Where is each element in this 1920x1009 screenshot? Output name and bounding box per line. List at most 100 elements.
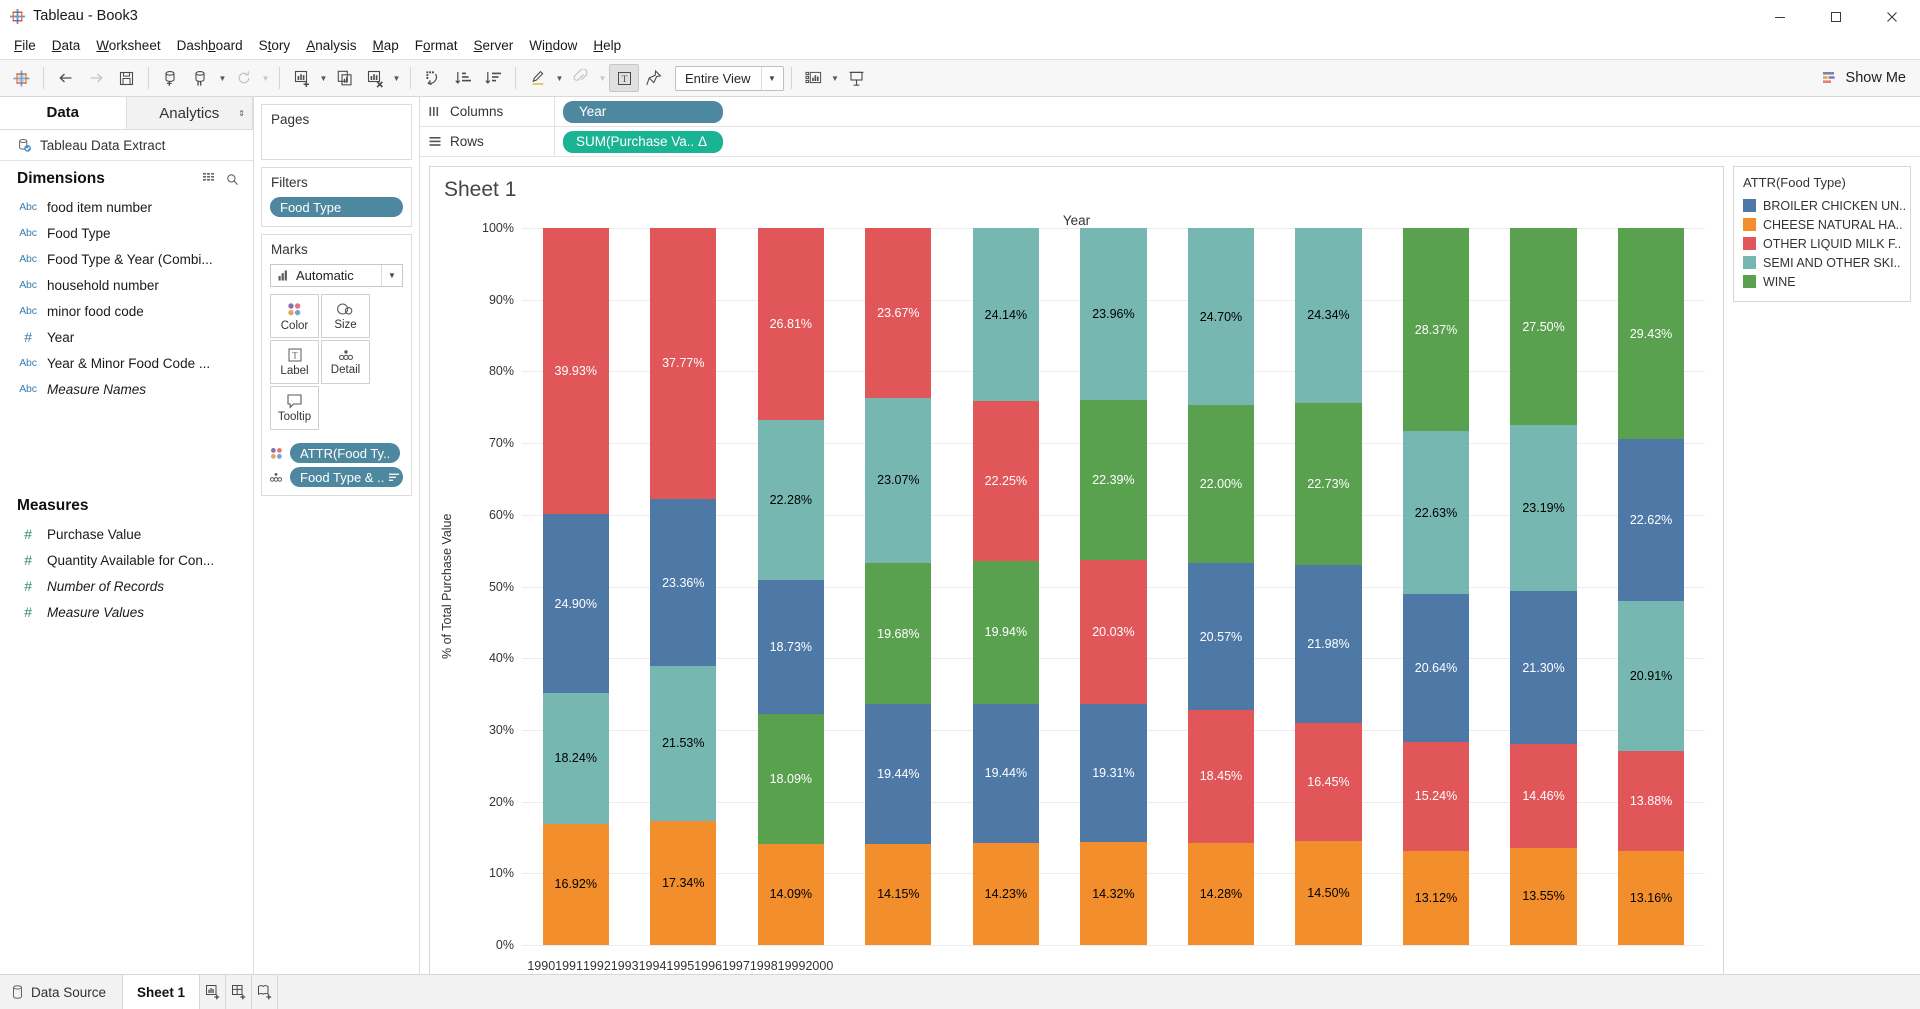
dimension-field-1[interactable]: Abc Food Type [0,220,253,246]
label-button[interactable]: T Label [270,340,319,384]
bar-segment[interactable]: 26.81% [757,228,824,421]
maximize-icon[interactable] [1808,0,1864,33]
dimension-field-2[interactable]: Abc Food Type & Year (Combi... [0,246,253,272]
bar-segment[interactable]: 14.28% [1187,842,1255,945]
mark-pill-attr-food-type[interactable]: ATTR(Food Ty.. [290,443,401,463]
bar-segment[interactable]: 20.03% [1080,560,1147,704]
bar-segment[interactable]: 14.46% [1510,744,1577,848]
measure-field-0[interactable]: # Purchase Value [0,521,253,547]
bar-segment[interactable]: 16.45% [1295,723,1362,842]
show-cards-dropdown[interactable]: ▼ [829,64,842,92]
size-button[interactable]: Size [321,294,370,338]
bar-segment[interactable]: 18.24% [542,692,609,824]
columns-shelf-drop[interactable]: Year [555,100,1920,123]
tab-data[interactable]: Data [0,97,127,129]
dimension-field-5[interactable]: # Year [0,324,253,350]
bar-segment[interactable]: 22.62% [1617,439,1685,602]
bar-segment[interactable]: 18.09% [757,714,824,844]
menu-window[interactable]: Window [521,35,585,56]
legend-item-1[interactable]: CHEESE NATURAL HA.. [1743,215,1903,234]
back-icon[interactable] [51,64,81,92]
bar-segment[interactable]: 14.15% [865,843,932,946]
legend-item-2[interactable]: OTHER LIQUID MILK F.. [1743,234,1901,253]
swap-rows-columns-icon[interactable] [418,64,448,92]
color-button[interactable]: Color [270,294,319,338]
bar-segment[interactable]: 13.16% [1617,850,1685,945]
new-worksheet-icon[interactable] [287,64,317,92]
bar-segment[interactable]: 16.92% [542,823,609,945]
save-icon[interactable] [111,64,141,92]
bar-segment[interactable]: 13.55% [1510,847,1577,945]
new-data-source-icon[interactable] [156,64,186,92]
sort-descending-icon[interactable] [478,64,508,92]
bar-segment[interactable]: 15.24% [1402,741,1470,851]
new-worksheet-dropdown[interactable]: ▼ [317,64,330,92]
rows-pill-sum-purchase-value[interactable]: SUM(Purchase Va.. Δ [563,130,723,153]
columns-pill-year[interactable]: Year [563,100,723,123]
bar-segment[interactable]: 22.28% [757,420,824,580]
menu-story[interactable]: Story [251,35,299,56]
bar-segment[interactable]: 22.39% [1080,399,1147,561]
bar-segment[interactable]: 19.44% [865,704,932,844]
columns-shelf[interactable]: Columns Year [420,97,1920,127]
close-icon[interactable] [1864,0,1920,33]
dimension-field-7[interactable]: Abc Measure Names [0,376,253,402]
refresh-data-source-icon[interactable] [229,64,259,92]
chevron-down-icon[interactable]: ▼ [760,66,783,90]
presentation-mode-icon[interactable] [842,64,872,92]
bar-segment[interactable]: 23.36% [650,498,717,667]
bar-segment[interactable]: 14.50% [1295,841,1362,945]
bar-segment[interactable]: 24.34% [1295,228,1362,403]
mark-pill-food-type-year[interactable]: Food Type & .. [290,467,403,487]
menu-dashboard[interactable]: Dashboard [169,35,251,56]
pause-auto-update-icon[interactable] [186,64,216,92]
pause-auto-update-dropdown[interactable]: ▼ [216,64,229,92]
menu-map[interactable]: Map [364,35,406,56]
search-icon[interactable] [226,173,239,186]
measure-field-2[interactable]: # Number of Records [0,573,253,599]
dimension-field-3[interactable]: Abc household number [0,272,253,298]
menu-data[interactable]: Data [44,35,89,56]
new-dashboard-icon[interactable] [226,975,253,1009]
bar-segment[interactable]: 14.32% [1080,842,1147,946]
bar-segment[interactable]: 19.31% [1080,703,1147,843]
chevron-down-icon[interactable]: ▼ [381,265,402,286]
clear-sheet-icon[interactable] [360,64,390,92]
show-mark-labels-icon[interactable]: T [609,64,639,92]
new-worksheet-icon[interactable] [200,975,227,1009]
menu-worksheet[interactable]: Worksheet [88,35,168,56]
legend-item-4[interactable]: WINE [1743,272,1901,291]
bar-segment[interactable]: 17.34% [650,820,717,945]
dimension-field-0[interactable]: Abc food item number [0,194,253,220]
filter-pill-food-type[interactable]: Food Type [270,197,403,217]
bar-segment[interactable]: 14.09% [757,843,824,945]
sort-ascending-icon[interactable] [448,64,478,92]
legend-item-3[interactable]: SEMI AND OTHER SKI.. [1743,253,1901,272]
bar-segment[interactable]: 13.12% [1402,850,1470,945]
sheet-tab-sheet-1[interactable]: Sheet 1 [123,975,201,1009]
menu-server[interactable]: Server [466,35,522,56]
menu-file[interactable]: FFileile [6,35,44,56]
show-me-button[interactable]: Show Me [1822,70,1906,86]
bar-segment[interactable]: 28.37% [1402,228,1470,432]
data-source-tab[interactable]: Data Source [0,975,124,1009]
bar-segment[interactable]: 19.94% [972,560,1039,704]
bar-segment[interactable]: 39.93% [542,228,609,515]
bar-segment[interactable]: 22.63% [1402,431,1470,594]
dimension-field-6[interactable]: Abc Year & Minor Food Code ... [0,350,253,376]
tab-analytics[interactable]: Analytics ⇕ [126,97,253,129]
dimension-field-4[interactable]: Abc minor food code [0,298,253,324]
detail-button[interactable]: Detail [321,340,370,384]
menu-analysis[interactable]: Analysis [298,35,364,56]
bar-segment[interactable]: 24.14% [972,228,1039,402]
measure-field-3[interactable]: # Measure Values [0,599,253,625]
legend-item-0[interactable]: BROILER CHICKEN UN.. [1743,196,1906,215]
presentation-pin-icon[interactable] [639,64,669,92]
highlight-icon[interactable] [523,64,553,92]
bar-segment[interactable]: 21.30% [1510,591,1577,745]
bar-segment[interactable]: 13.88% [1617,751,1685,851]
tooltip-button[interactable]: Tooltip [270,386,319,430]
bar-segment[interactable]: 19.44% [972,703,1039,843]
bar-segment[interactable]: 22.73% [1295,402,1362,566]
measure-field-1[interactable]: # Quantity Available for Con... [0,547,253,573]
